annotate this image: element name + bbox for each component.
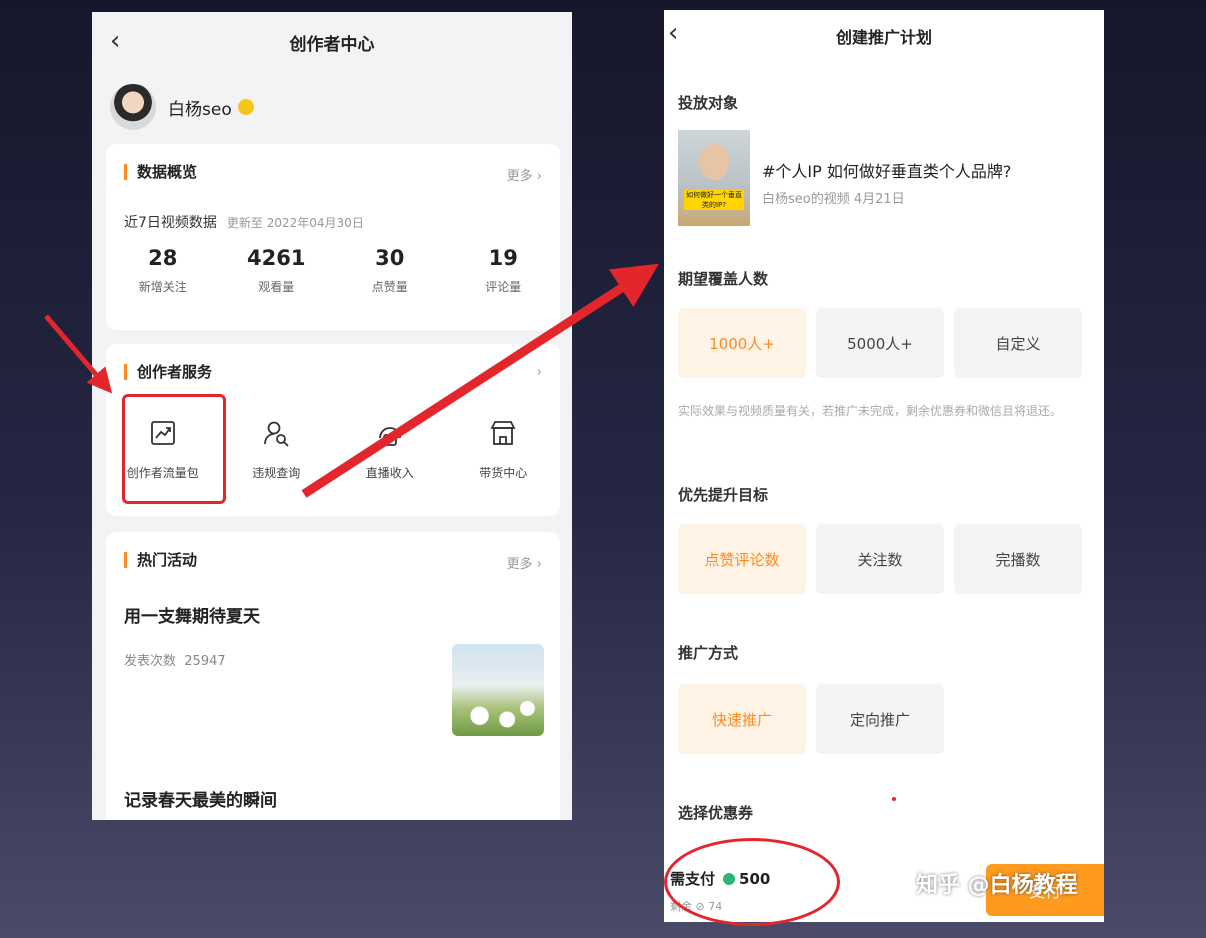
- video-thumbnail[interactable]: 如何做好一个垂直类的IP?: [678, 130, 750, 226]
- stats-row: 28 新增关注 4261 观看量 30 点赞量 19 评论量: [106, 246, 560, 295]
- activity-title[interactable]: 用一支舞期待夏天: [124, 602, 260, 627]
- video-meta: 白杨seo的视频 4月21日: [762, 192, 905, 207]
- creator-services-title: 创作者服务: [124, 364, 212, 380]
- activity-count: 发表次数 25947: [124, 650, 226, 669]
- coupon-section-label[interactable]: 选择优惠券: [678, 802, 753, 823]
- profile-row[interactable]: 白杨seo: [110, 84, 254, 130]
- live-income-icon: [378, 427, 401, 446]
- service-label: 直播收入: [365, 466, 414, 480]
- stat-label: 观看量: [258, 280, 295, 294]
- create-promotion-screen: ‹ 创建推广计划 投放对象 如何做好一个垂直类的IP? #个人IP 如何做好垂直…: [664, 10, 1104, 922]
- data-period-label: 近7日视频数据: [124, 215, 217, 231]
- goal-option-completion[interactable]: 完播数: [954, 524, 1082, 594]
- creator-services-more-link[interactable]: ›: [537, 365, 542, 380]
- activity-count-label: 发表次数: [124, 654, 177, 669]
- stat-likes[interactable]: 30 点赞量: [333, 246, 447, 295]
- page-title: 创建推广计划: [835, 28, 932, 47]
- watermark: 知乎 @白杨教程: [870, 864, 1078, 902]
- wechat-icon: [871, 868, 906, 896]
- service-commerce-center[interactable]: 带货中心: [447, 418, 561, 481]
- method-section-label: 推广方式: [678, 644, 739, 662]
- activity-title[interactable]: 记录春天最美的瞬间: [124, 786, 277, 811]
- annotation-dot: [892, 797, 896, 801]
- stat-value: 19: [488, 246, 518, 270]
- service-label: 违规查询: [252, 466, 301, 480]
- thumbnail-person: [699, 144, 729, 180]
- coverage-options: 1000人+ 5000人+ 自定义: [678, 308, 1092, 378]
- stat-label: 点赞量: [371, 280, 408, 294]
- goal-section-label: 优先提升目标: [678, 486, 769, 504]
- stat-value: 28: [148, 246, 178, 270]
- username: 白杨seo: [168, 99, 232, 120]
- activity-thumbnail[interactable]: [452, 644, 544, 736]
- hot-activities-more-link[interactable]: 更多 ›: [507, 553, 542, 572]
- data-overview-card: 数据概览 更多 › 近7日视频数据 更新至 2022年04月30日 28 新增关注…: [106, 144, 560, 330]
- service-label: 带货中心: [479, 466, 528, 480]
- target-section-label: 投放对象: [678, 94, 739, 112]
- activity-count-value: 25947: [184, 654, 226, 669]
- page-title: 创作者中心: [289, 35, 375, 55]
- goal-options: 点赞评论数 关注数 完播数: [678, 524, 1092, 594]
- goal-option-follows[interactable]: 关注数: [816, 524, 944, 594]
- stat-label: 新增关注: [138, 280, 187, 294]
- stat-comments[interactable]: 19 评论量: [447, 246, 561, 295]
- hot-activities-title: 热门活动: [124, 552, 197, 568]
- stat-views[interactable]: 4261 观看量: [220, 246, 334, 295]
- annotation-highlight-box: [122, 394, 226, 504]
- method-options: 快速推广 定向推广: [678, 684, 954, 754]
- stat-label: 评论量: [485, 280, 522, 294]
- stat-value: 30: [375, 246, 405, 270]
- verified-badge-icon: [237, 99, 254, 115]
- annotation-payment-ellipse: [664, 838, 840, 926]
- data-overview-title: 数据概览: [124, 164, 197, 180]
- data-updated-label: 更新至 2022年04月30日: [226, 216, 364, 230]
- video-title: #个人IP 如何做好垂直类个人品牌?: [762, 162, 1012, 181]
- stat-new-followers[interactable]: 28 新增关注: [106, 246, 220, 295]
- user-search-icon: [264, 421, 289, 447]
- stat-value: 4261: [247, 246, 306, 270]
- watermark-text: 知乎 @白杨教程: [916, 873, 1078, 898]
- store-icon: [490, 421, 516, 445]
- data-overview-more-link[interactable]: 更多 ›: [507, 165, 542, 184]
- data-subtitle: 近7日视频数据 更新至 2022年04月30日: [124, 212, 364, 232]
- coverage-option-5000[interactable]: 5000人+: [816, 308, 944, 378]
- coverage-option-1000[interactable]: 1000人+: [678, 308, 806, 378]
- service-live-income[interactable]: 直播收入: [333, 418, 447, 481]
- thumbnail-caption: 如何做好一个垂直类的IP?: [684, 190, 744, 210]
- hot-activities-card: 热门活动 更多 › 用一支舞期待夏天 发表次数 25947 记录春天最美的瞬间: [106, 532, 560, 820]
- goal-option-likes-comments[interactable]: 点赞评论数: [678, 524, 806, 594]
- avatar[interactable]: [110, 84, 156, 130]
- method-option-targeted[interactable]: 定向推广: [816, 684, 944, 754]
- coverage-option-custom[interactable]: 自定义: [954, 308, 1082, 378]
- coverage-note: 实际效果与视频质量有关，若推广未完成，剩余优惠券和微信且将退还。: [678, 404, 1063, 418]
- service-violation-query[interactable]: 违规查询: [220, 418, 334, 481]
- coverage-section-label: 期望覆盖人数: [678, 270, 769, 288]
- method-option-quick[interactable]: 快速推广: [678, 684, 806, 754]
